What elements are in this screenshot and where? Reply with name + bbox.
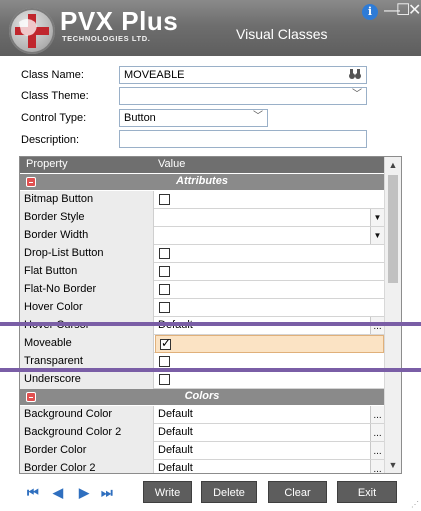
property-name: Flat Button (20, 263, 154, 281)
control-type-label: Control Type: (21, 112, 87, 124)
section-title: Attributes (176, 175, 228, 187)
title-bar: PVX Plus TECHNOLOGIES LTD. Visual Classe… (0, 0, 421, 56)
grid-row-bitmap-button[interactable]: Bitmap Button (20, 191, 384, 209)
grid-row-drop-list-button[interactable]: Drop-List Button (20, 245, 384, 263)
property-name: Drop-List Button (20, 245, 154, 263)
highlight-line-top (0, 322, 421, 326)
control-type-select[interactable]: Button ﹀ (119, 109, 268, 127)
property-name: Border Width (20, 227, 154, 245)
property-value: Default (158, 444, 193, 456)
scroll-up-icon[interactable]: ▲ (385, 157, 401, 173)
grid-row-background-color-2[interactable]: Background Color 2 Default ... (20, 424, 384, 442)
grid-row-underscore[interactable]: Underscore (20, 371, 384, 389)
checkbox[interactable] (159, 374, 170, 385)
property-name: Hover Color (20, 299, 154, 317)
class-theme-select[interactable]: ﹀ (119, 87, 367, 105)
checkbox[interactable] (159, 284, 170, 295)
checkbox-checked[interactable] (160, 336, 171, 350)
class-name-field[interactable]: MOVEABLE (119, 66, 367, 84)
class-name-label: Class Name: (21, 69, 84, 81)
binoculars-icon[interactable] (348, 68, 362, 83)
scroll-thumb[interactable] (388, 175, 398, 283)
property-name: Border Color 2 (20, 460, 154, 473)
pvx-logo (9, 8, 55, 54)
grid-row-flat-button[interactable]: Flat Button (20, 263, 384, 281)
highlight-line-bottom (0, 368, 421, 372)
next-record-icon[interactable]: ▶ (79, 485, 89, 501)
close-icon[interactable]: ✕ (408, 2, 421, 20)
grid-header: Property Value (20, 157, 384, 173)
exit-button[interactable]: Exit (337, 481, 397, 503)
grid-row-border-color-2[interactable]: Border Color 2 Default ... (20, 460, 384, 474)
description-label: Description: (21, 134, 80, 146)
description-field[interactable] (119, 130, 367, 148)
attributes-section[interactable]: Attributes (20, 174, 384, 190)
property-value: Default (158, 462, 193, 474)
brand-subtitle: TECHNOLOGIES LTD. (62, 34, 151, 43)
property-name: Background Color (20, 406, 154, 424)
checkbox[interactable] (159, 356, 170, 367)
property-name: Bitmap Button (20, 191, 154, 209)
logo-cross-icon (15, 14, 49, 48)
scroll-down-icon[interactable]: ▼ (385, 457, 401, 473)
property-name: Border Style (20, 209, 154, 227)
ellipsis-button[interactable]: ... (370, 424, 384, 441)
checkbox[interactable] (159, 266, 170, 277)
property-name: Border Color (20, 442, 154, 460)
grid-row-moveable[interactable]: Moveable (20, 335, 384, 353)
property-column-header[interactable]: Property (26, 158, 68, 170)
grid-row-hover-cursor[interactable]: Hover Cursor Default ... (20, 317, 384, 335)
window-title: Visual Classes (236, 26, 328, 42)
grid-row-border-width[interactable]: Border Width ▼ (20, 227, 384, 245)
grid-row-border-style[interactable]: Border Style ▼ (20, 209, 384, 227)
ellipsis-button[interactable]: ... (370, 442, 384, 459)
last-record-icon[interactable]: ⏭ (101, 485, 113, 501)
property-name: Hover Cursor (20, 317, 154, 335)
class-name-value: MOVEABLE (124, 69, 185, 81)
property-grid: Property Value Attributes Bitmap Button … (19, 156, 402, 474)
property-name: Flat-No Border (20, 281, 154, 299)
grid-row-hover-color[interactable]: Hover Color (20, 299, 384, 317)
brand-name: PVX Plus (60, 6, 179, 36)
control-type-value: Button (124, 112, 156, 124)
grid-row-flat-no-border[interactable]: Flat-No Border (20, 281, 384, 299)
vertical-scrollbar[interactable]: ▲ ▼ (384, 157, 401, 473)
class-theme-label: Class Theme: (21, 90, 89, 102)
previous-record-icon[interactable]: ◀ (53, 485, 63, 501)
first-record-icon[interactable]: ⏮ (27, 485, 39, 501)
colors-section[interactable]: Colors (20, 389, 384, 405)
property-name: Underscore (20, 371, 154, 389)
property-value: Default (158, 408, 193, 420)
dropdown-arrow-icon[interactable]: ▼ (370, 209, 384, 226)
delete-button[interactable]: Delete (201, 481, 257, 503)
property-value: Default (158, 426, 193, 438)
resize-grip-icon[interactable]: ⋰ (411, 500, 419, 509)
grid-row-border-color[interactable]: Border Color Default ... (20, 442, 384, 460)
property-name: Background Color 2 (20, 424, 154, 442)
info-icon[interactable]: i (362, 4, 378, 20)
checkbox[interactable] (159, 248, 170, 259)
property-name: Moveable (20, 335, 154, 353)
value-column-header[interactable]: Value (158, 158, 185, 170)
chevron-down-icon[interactable]: ﹀ (352, 88, 362, 101)
section-title: Colors (184, 390, 220, 402)
dropdown-arrow-icon[interactable]: ▼ (370, 227, 384, 244)
grid-row-background-color[interactable]: Background Color Default ... (20, 406, 384, 424)
clear-button[interactable]: Clear (268, 481, 327, 503)
ellipsis-button[interactable]: ... (370, 460, 384, 473)
chevron-down-icon[interactable]: ﹀ (253, 110, 263, 123)
write-button[interactable]: Write (143, 481, 192, 503)
checkbox[interactable] (159, 302, 170, 313)
checkbox[interactable] (159, 194, 170, 205)
ellipsis-button[interactable]: ... (370, 406, 384, 423)
